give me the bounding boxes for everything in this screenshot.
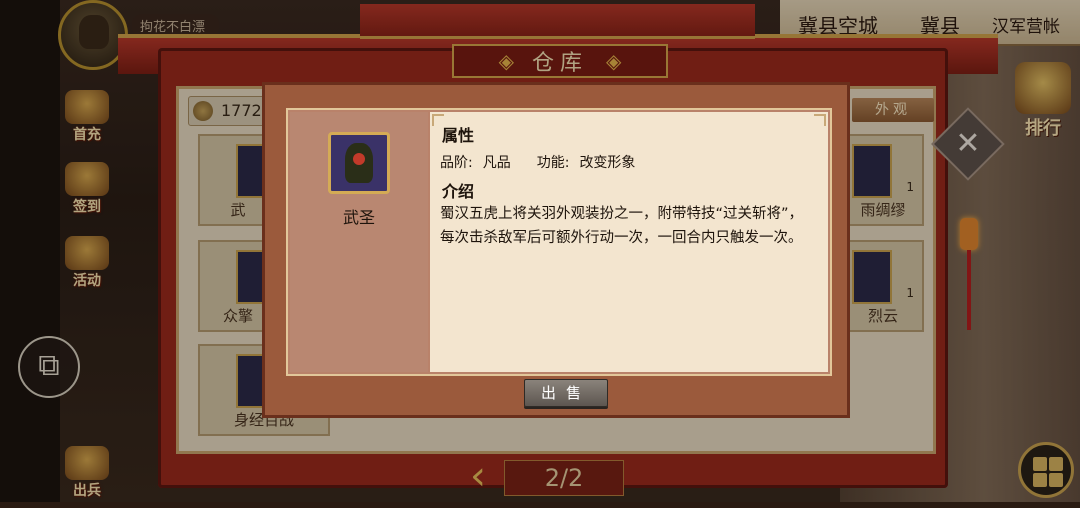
- sell-button[interactable]: 出售: [524, 379, 608, 407]
- grade-value: 凡品: [482, 155, 511, 171]
- grade-label: 品阶:: [440, 155, 473, 171]
- attributes-row: 品阶: 凡品 功能: 改变形象: [440, 152, 635, 172]
- item-description: 蜀汉五虎上将关羽外观装扮之一，附带特技“过关斩将”，每次击杀敌军后可额外行动一次…: [440, 206, 804, 246]
- item-description-panel: 属性 品阶: 凡品 功能: 改变形象 介绍 蜀汉五虎上将关羽外观装扮之一，附带特…: [430, 112, 828, 372]
- item-title: 武圣: [342, 208, 375, 227]
- attributes-heading: 属性: [442, 126, 475, 145]
- function-value: 改变形象: [579, 155, 636, 171]
- general-figure-icon: [345, 143, 373, 183]
- intro-heading: 介绍: [442, 182, 475, 201]
- function-label: 功能:: [536, 155, 570, 171]
- corner-ornament: [814, 114, 826, 126]
- item-icon[interactable]: [328, 132, 390, 194]
